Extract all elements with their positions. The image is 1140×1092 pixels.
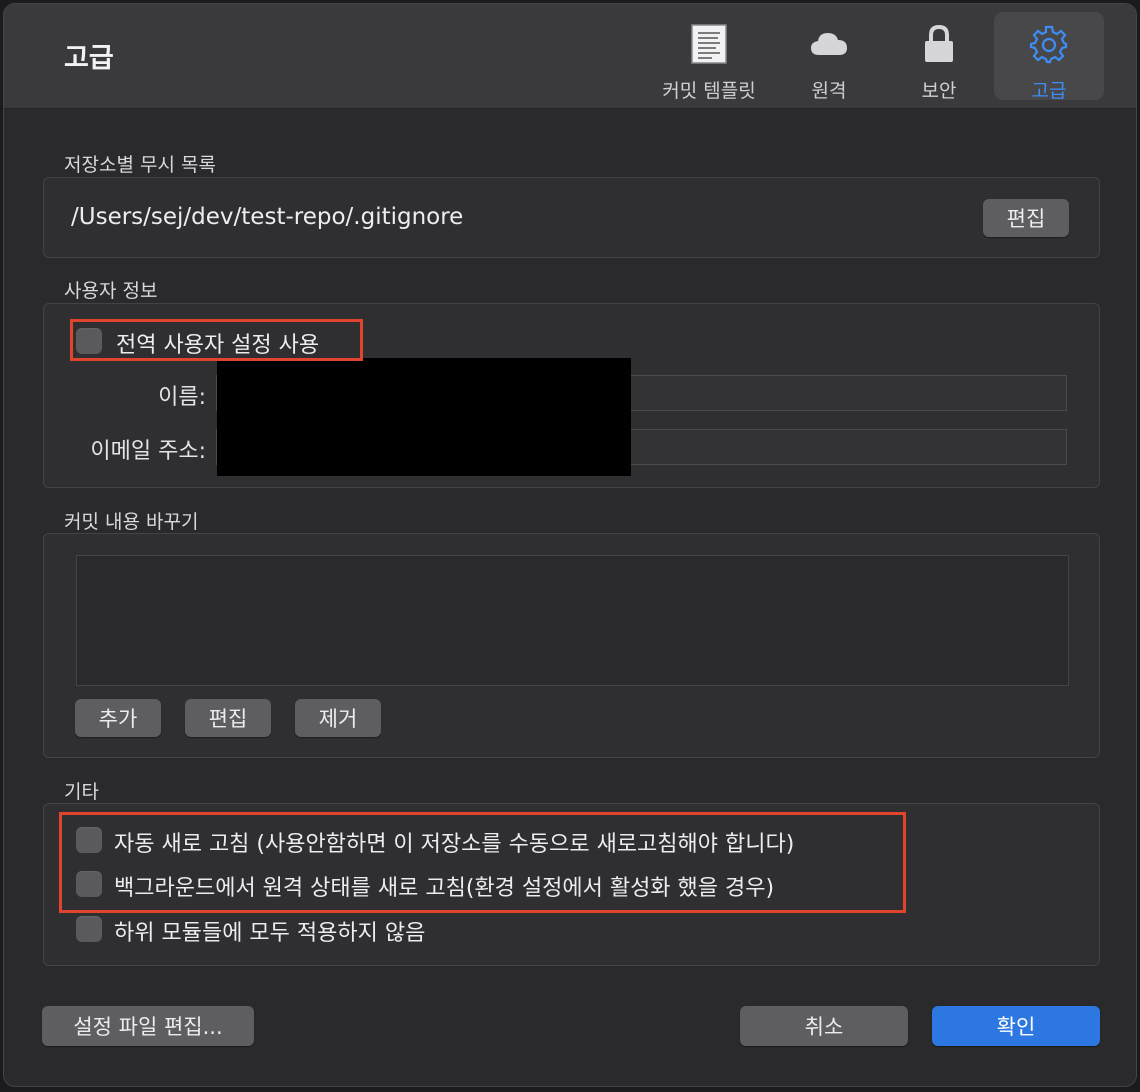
tab-remote[interactable]: 원격 xyxy=(774,12,884,102)
ignore-list-heading: 저장소별 무시 목록 xyxy=(64,154,216,176)
auto-refresh-label: 자동 새로 고침 (사용안함하면 이 저장소를 수동으로 새로고침해야 합니다) xyxy=(114,832,795,857)
edit-config-file-button[interactable]: 설정 파일 편집... xyxy=(42,1006,254,1046)
user-info-group: 전역 사용자 설정 사용 이름: 이메일 주소: xyxy=(43,303,1100,488)
cloud-icon xyxy=(774,22,884,66)
tab-security[interactable]: 보안 xyxy=(884,12,994,102)
tab-label: 원격 xyxy=(811,80,847,102)
edit-rule-button[interactable]: 편집 xyxy=(185,699,271,737)
replace-rules-list[interactable] xyxy=(76,555,1069,686)
gear-icon xyxy=(994,22,1104,66)
background-refresh-label: 백그라운드에서 원격 상태를 새로 고침(환경 설정에서 활성화 했을 경우) xyxy=(114,876,775,901)
use-global-label: 전역 사용자 설정 사용 xyxy=(116,333,320,358)
background-refresh-checkbox[interactable] xyxy=(76,871,102,897)
misc-group: 자동 새로 고침 (사용안함하면 이 저장소를 수동으로 새로고침해야 합니다)… xyxy=(43,803,1100,966)
lock-icon xyxy=(884,22,994,66)
add-rule-button[interactable]: 추가 xyxy=(75,699,161,737)
tab-commit-template[interactable]: 커밋 템플릿 xyxy=(654,12,764,102)
tab-label: 커밋 템플릿 xyxy=(662,80,756,102)
commit-replace-group: 추가 편집 제거 xyxy=(43,533,1100,758)
edit-ignore-button[interactable]: 편집 xyxy=(983,199,1069,237)
document-icon xyxy=(654,22,764,66)
redaction-block xyxy=(217,358,631,476)
ignore-list-group: /Users/sej/dev/test-repo/.gitignore 편집 xyxy=(43,177,1100,258)
window-title: 고급 xyxy=(64,43,114,74)
user-info-heading: 사용자 정보 xyxy=(64,280,158,302)
name-label: 이름: xyxy=(158,385,206,410)
ignore-file-path: /Users/sej/dev/test-repo/.gitignore xyxy=(71,204,464,230)
email-label: 이메일 주소: xyxy=(90,439,206,464)
use-global-checkbox[interactable] xyxy=(76,328,102,354)
toolbar: 고급 커밋 템플릿 원격 보안 고급 xyxy=(4,4,1136,109)
misc-heading: 기타 xyxy=(64,781,99,803)
cancel-button[interactable]: 취소 xyxy=(740,1006,908,1046)
skip-submodules-checkbox[interactable] xyxy=(76,916,102,942)
tab-label: 고급 xyxy=(1031,80,1067,102)
commit-replace-heading: 커밋 내용 바꾸기 xyxy=(64,511,199,533)
skip-submodules-label: 하위 모듈들에 모두 적용하지 않음 xyxy=(114,921,426,946)
tab-advanced[interactable]: 고급 xyxy=(994,12,1104,102)
settings-window: 고급 커밋 템플릿 원격 보안 고급 저장소별 무시 목록 /Users/sej… xyxy=(3,3,1137,1087)
remove-rule-button[interactable]: 제거 xyxy=(295,699,381,737)
ok-button[interactable]: 확인 xyxy=(932,1006,1100,1046)
tab-label: 보안 xyxy=(921,80,957,102)
auto-refresh-checkbox[interactable] xyxy=(76,827,102,853)
